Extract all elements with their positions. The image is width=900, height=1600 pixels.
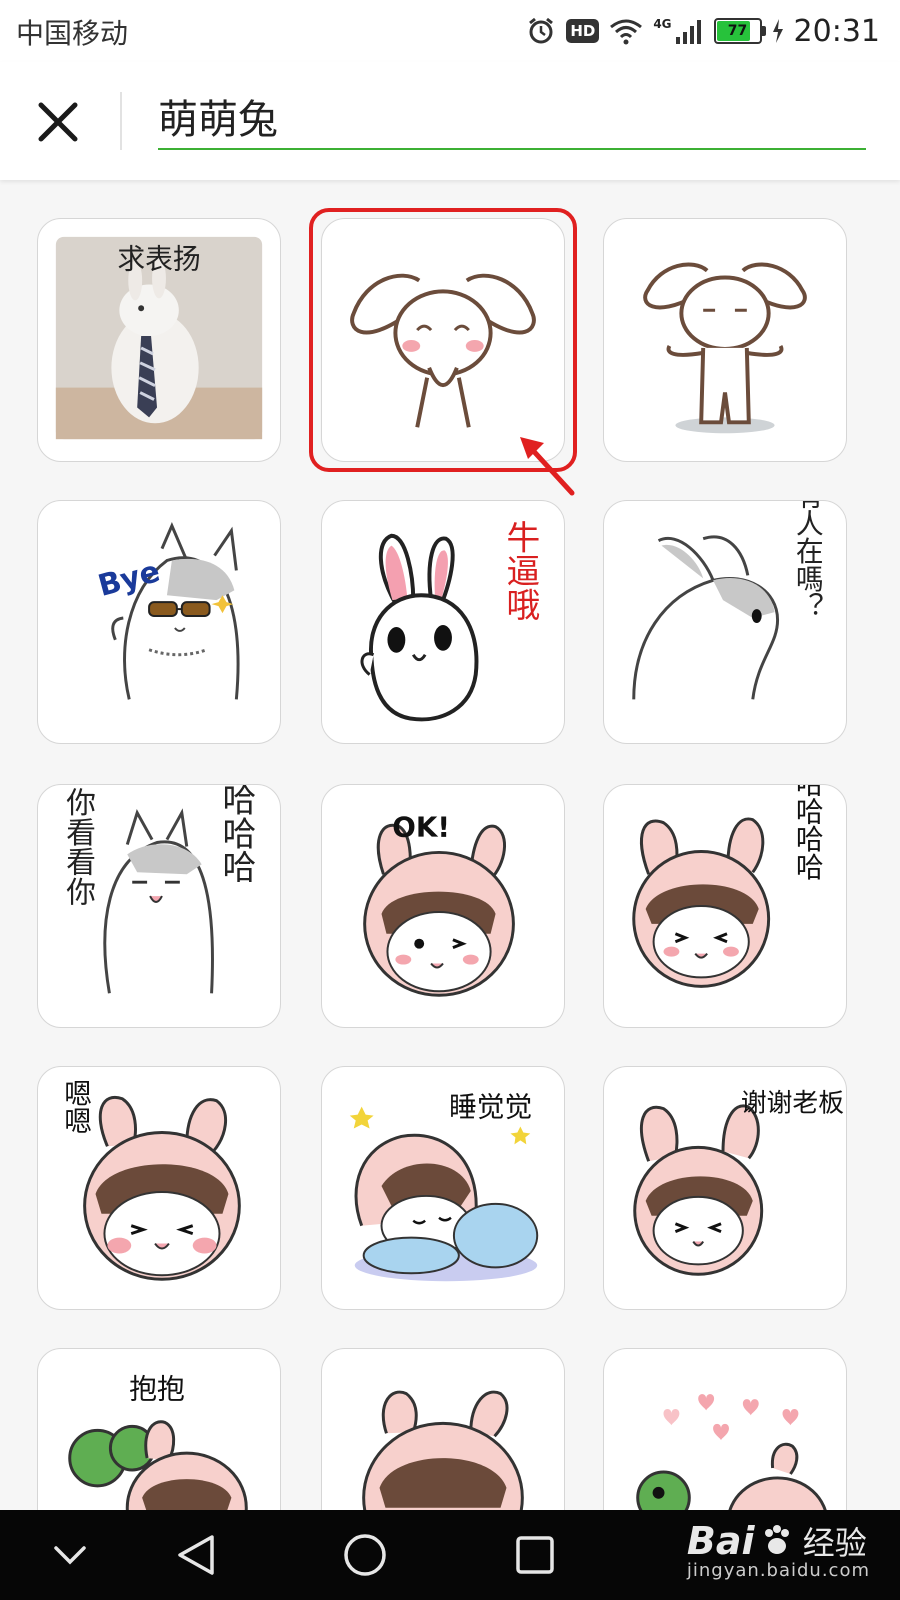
sticker-caption: 牛逼哦 — [501, 520, 540, 621]
chevron-down-icon — [54, 1546, 86, 1565]
watermark-brand: Bai — [686, 1519, 755, 1563]
pink-hood-girl-ok-sticker: OK! — [363, 811, 515, 997]
back-button[interactable] — [166, 1525, 226, 1585]
pink-hood-girl-sleep-sticker: 睡觉觉 — [349, 1091, 539, 1282]
search-field[interactable] — [158, 88, 866, 150]
signal-icon — [675, 20, 701, 44]
charging-icon — [772, 19, 783, 43]
watermark-url: jingyan.baidu.com — [686, 1560, 870, 1581]
line-bunny-happy-sticker — [643, 262, 807, 434]
sticker-tile[interactable]: 你看看你 哈哈哈 — [37, 784, 281, 1028]
sticker-tile[interactable]: OK! — [321, 784, 565, 1028]
hd-badge: HD — [566, 19, 600, 43]
frog-hug-sticker: 抱抱 — [68, 1373, 248, 1510]
sticker-tile[interactable]: 求表扬 — [37, 218, 281, 462]
sticker-tile[interactable]: 抱抱 — [37, 1348, 281, 1510]
baidu-jingyan-watermark: Bai 经验 jingyan.baidu.com — [687, 1518, 870, 1581]
close-icon — [38, 102, 78, 142]
home-circle-icon — [344, 1534, 386, 1576]
sticker-tile[interactable]: Bye — [37, 500, 281, 744]
sticker-caption-left: 你看看你 — [60, 787, 96, 906]
sticker-tile[interactable] — [321, 1348, 565, 1510]
home-button[interactable] — [335, 1525, 395, 1585]
sticker-tile[interactable]: 有人在嗎？ — [603, 500, 847, 744]
sticker-tile[interactable]: 睡觉觉 — [321, 1066, 565, 1310]
paw-icon — [764, 1525, 789, 1554]
search-header — [0, 62, 900, 180]
search-input[interactable] — [158, 88, 866, 144]
sticker-tile[interactable]: 哈哈哈哈 — [603, 784, 847, 1028]
navigation-bar: Bai 经验 jingyan.baidu.com — [0, 1510, 900, 1600]
pointer-arrow-icon — [520, 437, 575, 496]
sticker-caption: 嗯嗯 — [59, 1079, 92, 1135]
sticker-tile[interactable] — [603, 218, 847, 462]
sticker-caption: 哈哈哈哈 — [791, 785, 824, 880]
wifi-icon — [610, 19, 643, 45]
sticker-caption: 有人在嗎？ — [791, 501, 824, 620]
status-bar: 中国移动 HD 4G 77 20:31 — [0, 0, 900, 62]
grey-bunny-question-sticker: 有人在嗎？ — [632, 501, 824, 700]
recents-square-icon — [516, 1536, 554, 1574]
network-label: 4G — [653, 17, 672, 31]
pink-hood-girl-sticker — [362, 1390, 524, 1510]
grey-bunny-bye-sticker: Bye — [94, 522, 240, 700]
sticker-caption: OK! — [392, 811, 450, 844]
carrier-label: 中国移动 — [16, 17, 129, 50]
pink-hood-girl-laugh-sticker: 哈哈哈哈 — [632, 785, 824, 988]
sticker-caption: 抱抱 — [129, 1373, 185, 1406]
grey-bunny-laugh-sticker: 你看看你 哈哈哈 — [60, 785, 256, 994]
pink-hood-girl-thanks-sticker: 谢谢老板 — [633, 1089, 844, 1276]
sticker-tile[interactable]: 谢谢老板 — [603, 1066, 847, 1310]
sticker-grid: 求表扬 Bye 牛逼哦 有人在嗎？ 你看看你 哈哈哈 OK! 哈哈哈哈 嗯嗯 睡… — [0, 180, 900, 1510]
back-triangle-icon — [178, 1535, 214, 1575]
sticker-caption-right: 哈哈哈 — [217, 785, 256, 883]
battery-indicator: 77 — [713, 18, 766, 44]
rabbit-photo-sticker: 求表扬 — [55, 236, 263, 440]
watermark-brand-cn: 经验 — [802, 1524, 867, 1562]
sticker-caption: 求表扬 — [117, 243, 200, 276]
sticker-caption: 睡觉觉 — [449, 1091, 532, 1124]
collapse-button[interactable] — [40, 1525, 100, 1585]
alarm-icon — [529, 17, 554, 44]
sticker-tile[interactable] — [603, 1348, 847, 1510]
sticker-tile[interactable]: 嗯嗯 — [37, 1066, 281, 1310]
close-button[interactable] — [28, 92, 88, 152]
frog-hearts-sticker — [636, 1394, 827, 1510]
sticker-caption: 谢谢老板 — [741, 1089, 844, 1119]
sticker-tile[interactable]: 牛逼哦 — [321, 500, 565, 744]
clock: 20:31 — [793, 13, 880, 49]
white-bunny-sticker: 牛逼哦 — [360, 520, 540, 722]
status-icons: HD 4G 77 20:31 — [526, 8, 880, 54]
battery-level: 77 — [727, 23, 748, 39]
recents-button[interactable] — [505, 1525, 565, 1585]
pink-hood-girl-nod-sticker: 嗯嗯 — [59, 1079, 241, 1281]
header-divider — [120, 92, 122, 150]
